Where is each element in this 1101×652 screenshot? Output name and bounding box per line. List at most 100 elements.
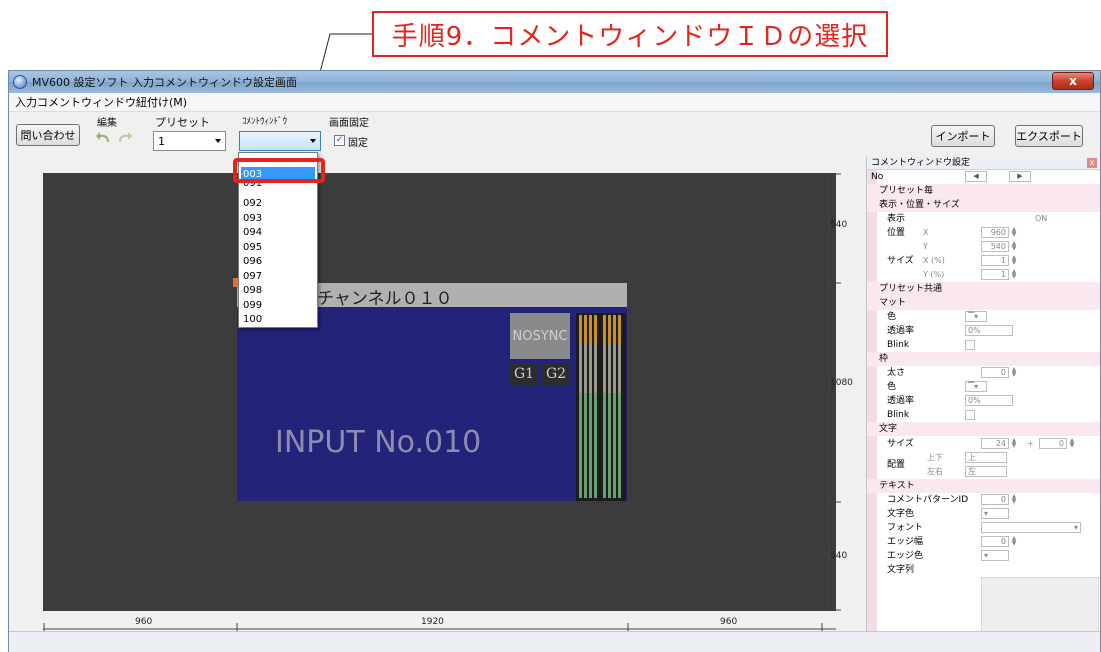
mat-transparency-label: 透過率 — [887, 326, 915, 336]
spin-arrows-icon[interactable]: ▲ ▼ — [1011, 269, 1017, 280]
panel-close-icon[interactable]: x — [1087, 158, 1097, 168]
window-close-button[interactable]: x — [1052, 72, 1094, 90]
dropdown-option[interactable]: 092 — [241, 196, 315, 211]
menu-item-link-comment-window[interactable]: 入力コメントウィンドウ紐付け(M) — [15, 94, 187, 110]
input-number-label: INPUT No.010 — [275, 425, 482, 460]
size-x-label: X (%) — [923, 256, 945, 265]
size-y-input[interactable]: 1 — [981, 269, 1009, 280]
dropdown-option[interactable]: 096 — [241, 254, 315, 269]
mat-transparency-row: 透過率 0% — [867, 324, 1100, 338]
ruler-v-label-top: 540 — [830, 220, 848, 230]
instruction-callout-text: 手順9．コメントウィンドウＩＤの選択 — [391, 21, 869, 52]
screen-lock-checkbox[interactable]: ✓ — [334, 135, 345, 146]
string-row: 文字列 — [867, 563, 1100, 577]
mat-blink-row: Blink — [867, 338, 1100, 352]
status-bar — [9, 631, 1100, 652]
edge-width-label: エッジ幅 — [887, 537, 924, 547]
dropdown-option[interactable]: 099 — [241, 298, 315, 313]
position-x-input[interactable]: 960 — [981, 227, 1009, 238]
size-y-row: Y (%) 1 ▲ ▼ — [867, 268, 1100, 282]
dropdown-option[interactable]: 091 — [241, 182, 315, 190]
mat-section-header: マット — [867, 296, 1100, 310]
comment-window-group-label: ｺﾒﾝﾄｳｨﾝﾄﾞｳ — [242, 117, 288, 127]
next-arrow-icon[interactable]: ▶ — [1009, 171, 1031, 182]
char-size-input[interactable]: 24 — [981, 438, 1009, 449]
chevron-down-icon — [310, 139, 316, 143]
frame-transparency-select[interactable]: 0% — [965, 395, 1013, 406]
preset-common-section-header: プリセット共通 — [867, 282, 1100, 296]
spin-arrows-icon[interactable]: ▲ ▼ — [1069, 438, 1075, 449]
dropdown-option[interactable]: 095 — [241, 240, 315, 255]
text-color-row: 文字色 ▾ — [867, 507, 1100, 521]
undo-icon[interactable] — [95, 130, 113, 144]
frame-thickness-input[interactable]: 0 — [981, 367, 1009, 378]
frame-blink-row: Blink — [867, 408, 1100, 422]
spin-arrows-icon[interactable]: ▲ ▼ — [1011, 494, 1017, 505]
spin-arrows-icon[interactable]: ▲ ▼ — [1011, 255, 1017, 266]
edge-color-row: エッジ色 ▾ — [867, 549, 1100, 563]
font-row: フォント ▾ — [867, 521, 1100, 535]
frame-transparency-row: 透過率 0% — [867, 394, 1100, 408]
size-x-input[interactable]: 1 — [981, 255, 1009, 266]
spin-arrows-icon[interactable]: ▲ ▼ — [1011, 241, 1017, 252]
size-y-label: Y (%) — [923, 270, 945, 279]
frame-blink-label: Blink — [887, 410, 910, 420]
toolbar: 問い合わせ 編集 プリセット 1 ｺﾒﾝﾄｳｨﾝﾄﾞｳ 画面固定 ✓ 固定 イン… — [9, 112, 1100, 156]
pattern-id-input[interactable]: 0 — [981, 494, 1009, 505]
char-layout-row: 配置 上下 上 左右 左 — [867, 451, 1100, 479]
edge-color-label: エッジ色 — [887, 551, 924, 561]
title-bar[interactable]: MV600 設定ソフト 入力コメントウィンドウ設定画面 x — [9, 71, 1100, 93]
vertical-label: 上下 — [927, 453, 943, 462]
import-button[interactable]: インポート — [931, 125, 995, 147]
edge-color-picker[interactable]: ▾ — [981, 550, 1009, 561]
mat-color-row: 色 ▔▾ — [867, 310, 1100, 324]
edge-width-input[interactable]: 0 — [981, 536, 1009, 547]
redo-icon[interactable] — [115, 130, 133, 144]
inquiry-button[interactable]: 問い合わせ — [16, 124, 80, 146]
char-section-header: 文字 — [867, 422, 1100, 436]
dropdown-option[interactable]: 100 — [241, 312, 315, 327]
edit-group-label: 編集 — [97, 118, 117, 129]
text-color-picker[interactable]: ▾ — [981, 508, 1009, 519]
comment-window-select[interactable] — [239, 131, 321, 151]
panel-header: コメントウィンドウ設定 x — [867, 156, 1100, 170]
mat-color-picker[interactable]: ▔▾ — [965, 311, 987, 322]
frame-transparency-label: 透過率 — [887, 396, 915, 406]
font-select[interactable]: ▾ — [981, 522, 1081, 533]
frame-blink-checkbox[interactable] — [965, 410, 975, 420]
pattern-id-label: コメントパターンID — [887, 495, 969, 505]
horizontal-align-select[interactable]: 左 — [965, 466, 1007, 477]
dropdown-option[interactable]: 098 — [241, 283, 315, 298]
horizontal-label: 左右 — [927, 467, 943, 476]
text-color-label: 文字色 — [887, 509, 915, 519]
prev-arrow-icon[interactable]: ◀ — [965, 171, 987, 182]
vertical-align-select[interactable]: 上 — [965, 452, 1007, 463]
mat-blink-checkbox[interactable] — [965, 340, 975, 350]
dropdown-option[interactable]: 094 — [241, 225, 315, 240]
app-icon — [13, 75, 27, 89]
display-value[interactable]: ON — [1035, 212, 1047, 226]
char-size-extra-input[interactable]: 0 — [1039, 438, 1067, 449]
y-label: Y — [923, 242, 928, 251]
preset-select[interactable]: 1 — [153, 131, 226, 151]
position-y-input[interactable]: 540 — [981, 241, 1009, 252]
preset-group-label: プリセット — [155, 116, 210, 129]
app-window: MV600 設定ソフト 入力コメントウィンドウ設定画面 x 入力コメントウィンド… — [8, 70, 1101, 652]
nosync-indicator: NOSYNC — [510, 313, 570, 359]
export-button[interactable]: エクスポート — [1015, 125, 1083, 147]
dropdown-option[interactable]: 093 — [241, 211, 315, 226]
frame-color-picker[interactable]: ▔▾ — [965, 381, 987, 392]
display-section-header: 表示・位置・サイズ — [867, 198, 1100, 212]
dropdown-option[interactable]: 097 — [241, 269, 315, 284]
spin-arrows-icon[interactable]: ▲ ▼ — [1011, 438, 1017, 449]
spin-arrows-icon[interactable]: ▲ ▼ — [1011, 536, 1017, 547]
size-x-row: サイズ X (%) 1 ▲ ▼ — [867, 254, 1100, 268]
spin-arrows-icon[interactable]: ▲ ▼ — [1011, 367, 1017, 378]
ruler-h-label-left: 960 — [135, 617, 153, 627]
comment-window-settings-panel: コメントウィンドウ設定 x No ◀ ▶ プリセット毎 表示・位置・サイズ 表示… — [866, 156, 1100, 651]
instruction-callout: 手順9．コメントウィンドウＩＤの選択 — [372, 11, 888, 57]
spin-arrows-icon[interactable]: ▲ ▼ — [1011, 227, 1017, 238]
input-channel-title: チャンネル０１０ — [317, 289, 453, 309]
mat-transparency-select[interactable]: 0% — [965, 325, 1013, 336]
char-size-plus: + — [1027, 439, 1034, 448]
